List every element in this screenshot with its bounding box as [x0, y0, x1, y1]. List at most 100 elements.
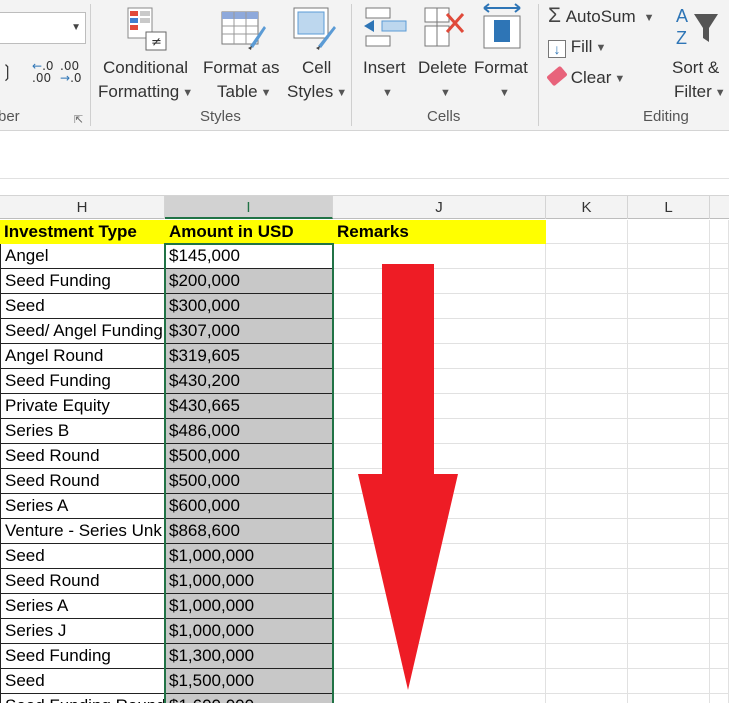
amount-cell[interactable]: $430,665 — [165, 394, 333, 419]
investment-type-cell[interactable]: Seed Round — [0, 444, 165, 469]
cell-k[interactable] — [546, 469, 628, 494]
chevron-down-icon[interactable]: ▼ — [382, 87, 393, 99]
investment-type-cell[interactable]: Seed/ Angel Funding — [0, 319, 165, 344]
cell-k[interactable] — [546, 594, 628, 619]
format-as-table-button[interactable]: Format as — [203, 58, 280, 78]
cell-m[interactable] — [710, 644, 729, 669]
insert-button[interactable]: Insert — [363, 58, 406, 78]
clear-button[interactable]: Clear ▼ — [546, 65, 625, 89]
amount-cell[interactable]: $500,000 — [165, 444, 333, 469]
column-header-m[interactable] — [710, 196, 729, 219]
remarks-cell[interactable] — [333, 244, 546, 269]
conditional-formatting-button-line2[interactable]: Formatting ▼ — [98, 82, 193, 103]
cell-m[interactable] — [710, 569, 729, 594]
cell-m1[interactable] — [710, 220, 729, 244]
cell-m[interactable] — [710, 494, 729, 519]
chevron-down-icon[interactable]: ▼ — [440, 87, 451, 99]
cell-m[interactable] — [710, 619, 729, 644]
cell-l[interactable] — [628, 344, 710, 369]
cell-k[interactable] — [546, 419, 628, 444]
remarks-cell[interactable] — [333, 619, 546, 644]
cell-styles-button[interactable]: Cell — [302, 58, 331, 78]
remarks-cell[interactable] — [333, 694, 546, 703]
amount-cell[interactable]: $430,200 — [165, 369, 333, 394]
cell-l[interactable] — [628, 669, 710, 694]
worksheet-grid[interactable]: Investment Type Amount in USD Remarks An… — [0, 220, 729, 703]
amount-cell[interactable]: $868,600 — [165, 519, 333, 544]
cell-m[interactable] — [710, 269, 729, 294]
amount-cell[interactable]: $1,500,000 — [165, 669, 333, 694]
investment-type-cell[interactable]: Seed Funding — [0, 369, 165, 394]
autosum-button[interactable]: Σ AutoSum ▼ — [548, 5, 655, 28]
cell-m[interactable] — [710, 544, 729, 569]
amount-cell[interactable]: $145,000 — [165, 244, 333, 269]
cell-styles-button-line2[interactable]: Styles ▼ — [287, 82, 347, 103]
cell-m[interactable] — [710, 669, 729, 694]
amount-cell[interactable]: $200,000 — [165, 269, 333, 294]
amount-cell[interactable]: $1,000,000 — [165, 544, 333, 569]
investment-type-cell[interactable]: Seed Funding — [0, 644, 165, 669]
investment-type-cell[interactable]: Seed — [0, 669, 165, 694]
remarks-cell[interactable] — [333, 544, 546, 569]
investment-type-cell[interactable]: Seed Funding — [0, 269, 165, 294]
amount-cell[interactable]: $600,000 — [165, 494, 333, 519]
remarks-cell[interactable] — [333, 644, 546, 669]
cell-l[interactable] — [628, 369, 710, 394]
sort-filter-button[interactable]: Sort & — [672, 58, 719, 78]
cell-k[interactable] — [546, 619, 628, 644]
amount-cell[interactable]: $307,000 — [165, 319, 333, 344]
amount-cell[interactable]: $1,000,000 — [165, 594, 333, 619]
cell-k[interactable] — [546, 269, 628, 294]
cell-k[interactable] — [546, 694, 628, 703]
remarks-cell[interactable] — [333, 569, 546, 594]
header-cell-remarks[interactable]: Remarks — [333, 220, 546, 244]
conditional-formatting-button[interactable]: Conditional — [103, 58, 188, 78]
cell-l[interactable] — [628, 394, 710, 419]
cell-m[interactable] — [710, 319, 729, 344]
investment-type-cell[interactable]: Series J — [0, 619, 165, 644]
cell-l[interactable] — [628, 519, 710, 544]
cell-k[interactable] — [546, 644, 628, 669]
remarks-cell[interactable] — [333, 469, 546, 494]
cell-l[interactable] — [628, 444, 710, 469]
column-header-i[interactable]: I — [165, 196, 333, 219]
amount-cell[interactable]: $1,000,000 — [165, 569, 333, 594]
cell-m[interactable] — [710, 594, 729, 619]
investment-type-cell[interactable]: Private Equity — [0, 394, 165, 419]
format-as-table-button-line2[interactable]: Table ▼ — [217, 82, 272, 103]
number-format-dropdown[interactable]: ▼ — [0, 12, 86, 44]
remarks-cell[interactable] — [333, 444, 546, 469]
remarks-cell[interactable] — [333, 319, 546, 344]
cell-l[interactable] — [628, 294, 710, 319]
remarks-cell[interactable] — [333, 519, 546, 544]
investment-type-cell[interactable]: Series B — [0, 419, 165, 444]
cell-k[interactable] — [546, 244, 628, 269]
delete-button[interactable]: Delete — [418, 58, 467, 78]
cell-k[interactable] — [546, 394, 628, 419]
cell-l[interactable] — [628, 644, 710, 669]
cell-l[interactable] — [628, 569, 710, 594]
cell-m[interactable] — [710, 694, 729, 703]
cell-k[interactable] — [546, 519, 628, 544]
cell-l[interactable] — [628, 419, 710, 444]
cell-k[interactable] — [546, 669, 628, 694]
investment-type-cell[interactable]: Seed — [0, 294, 165, 319]
remarks-cell[interactable] — [333, 369, 546, 394]
cell-l1[interactable] — [628, 220, 710, 244]
column-header-j[interactable]: J — [333, 196, 546, 219]
header-cell-investment-type[interactable]: Investment Type — [0, 220, 165, 244]
remarks-cell[interactable] — [333, 344, 546, 369]
cell-m[interactable] — [710, 394, 729, 419]
remarks-cell[interactable] — [333, 269, 546, 294]
column-header-h[interactable]: H — [0, 196, 165, 219]
remarks-cell[interactable] — [333, 419, 546, 444]
sort-filter-button-line2[interactable]: Filter ▼ — [674, 82, 726, 103]
chevron-down-icon[interactable]: ▼ — [499, 87, 510, 99]
amount-cell[interactable]: $486,000 — [165, 419, 333, 444]
cell-l[interactable] — [628, 269, 710, 294]
investment-type-cell[interactable]: Angel — [0, 244, 165, 269]
cell-k[interactable] — [546, 544, 628, 569]
amount-cell[interactable]: $1,600,000 — [165, 694, 333, 703]
investment-type-cell[interactable]: Angel Round — [0, 344, 165, 369]
remarks-cell[interactable] — [333, 394, 546, 419]
